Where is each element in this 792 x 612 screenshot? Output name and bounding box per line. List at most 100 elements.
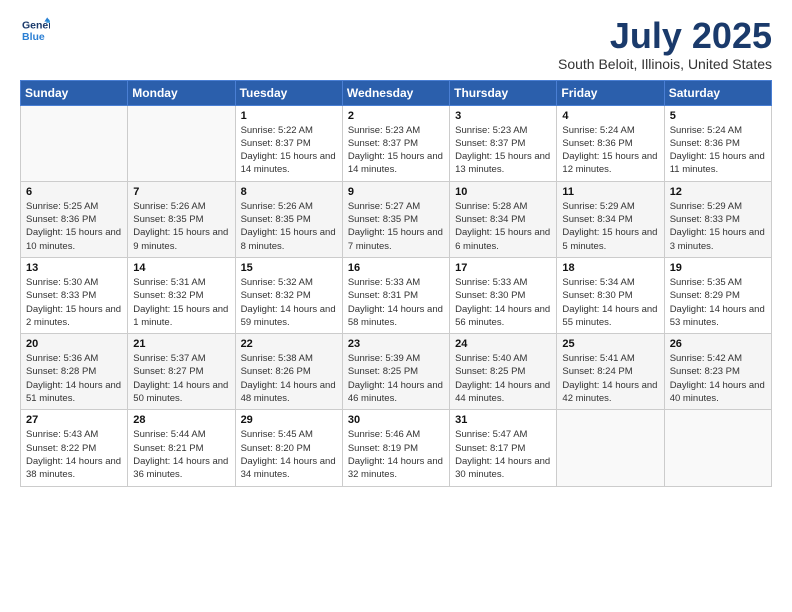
calendar-cell: 9 Sunrise: 5:27 AM Sunset: 8:35 PM Daylig… [342,181,449,257]
calendar-cell: 18 Sunrise: 5:34 AM Sunset: 8:30 PM Dayli… [557,257,664,333]
page-header: General Blue July 2025 South Beloit, Ill… [20,16,772,72]
day-info: Sunrise: 5:44 AM Sunset: 8:21 PM Dayligh… [133,428,229,481]
weekday-header-thursday: Thursday [450,80,557,105]
day-number: 19 [670,262,766,274]
calendar-cell: 7Sunrise: 5:26 AM Sunset: 8:35 PM Daylig… [128,181,235,257]
day-info: Sunrise: 5:47 AM Sunset: 8:17 PM Dayligh… [455,428,551,481]
calendar-cell [557,410,664,486]
calendar-week-5: 27 Sunrise: 5:43 AM Sunset: 8:22 PM Dayli… [21,410,772,486]
day-info: Sunrise: 5:29 AM Sunset: 8:34 PM Dayligh… [562,200,658,253]
day-info: Sunrise: 5:33 AM Sunset: 8:30 PM Dayligh… [455,276,551,329]
calendar-cell: 20 Sunrise: 5:36 AM Sunset: 8:28 PM Dayli… [21,334,128,410]
day-number: 17 [455,262,551,274]
day-number: 16 [348,262,444,274]
calendar-cell: 4Sunrise: 5:24 AM Sunset: 8:36 PM Daylig… [557,105,664,181]
calendar-header-row: SundayMondayTuesdayWednesdayThursdayFrid… [21,80,772,105]
day-info: Sunrise: 5:32 AM Sunset: 8:32 PM Dayligh… [241,276,337,329]
weekday-header-saturday: Saturday [664,80,771,105]
day-info: Sunrise: 5:43 AM Sunset: 8:22 PM Dayligh… [26,428,122,481]
calendar-cell: 26 Sunrise: 5:42 AM Sunset: 8:23 PM Dayli… [664,334,771,410]
calendar-cell: 11 Sunrise: 5:29 AM Sunset: 8:34 PM Dayli… [557,181,664,257]
day-number: 29 [241,414,337,426]
calendar-cell: 3 Sunrise: 5:23 AM Sunset: 8:37 PM Daylig… [450,105,557,181]
day-number: 12 [670,186,766,198]
day-info: Sunrise: 5:40 AM Sunset: 8:25 PM Dayligh… [455,352,551,405]
day-info: Sunrise: 5:27 AM Sunset: 8:35 PM Dayligh… [348,200,444,253]
day-number: 18 [562,262,658,274]
day-info: Sunrise: 5:24 AM Sunset: 8:36 PM Dayligh… [670,124,766,177]
day-number: 25 [562,338,658,350]
day-number: 1 [241,110,337,122]
day-number: 15 [241,262,337,274]
calendar-week-2: 6Sunrise: 5:25 AM Sunset: 8:36 PM Daylig… [21,181,772,257]
day-info: Sunrise: 5:24 AM Sunset: 8:36 PM Dayligh… [562,124,658,177]
day-number: 20 [26,338,122,350]
calendar-cell [21,105,128,181]
day-info: Sunrise: 5:45 AM Sunset: 8:20 PM Dayligh… [241,428,337,481]
day-number: 21 [133,338,229,350]
day-info: Sunrise: 5:29 AM Sunset: 8:33 PM Dayligh… [670,200,766,253]
day-number: 22 [241,338,337,350]
day-info: Sunrise: 5:23 AM Sunset: 8:37 PM Dayligh… [455,124,551,177]
day-info: Sunrise: 5:39 AM Sunset: 8:25 PM Dayligh… [348,352,444,405]
day-number: 13 [26,262,122,274]
day-number: 24 [455,338,551,350]
day-number: 28 [133,414,229,426]
calendar-cell: 28 Sunrise: 5:44 AM Sunset: 8:21 PM Dayli… [128,410,235,486]
calendar-cell: 12 Sunrise: 5:29 AM Sunset: 8:33 PM Dayli… [664,181,771,257]
calendar-cell: 8Sunrise: 5:26 AM Sunset: 8:35 PM Daylig… [235,181,342,257]
day-number: 9 [348,186,444,198]
calendar-cell: 13Sunrise: 5:30 AM Sunset: 8:33 PM Dayli… [21,257,128,333]
svg-text:Blue: Blue [22,31,45,43]
day-number: 27 [26,414,122,426]
calendar-cell: 2 Sunrise: 5:23 AM Sunset: 8:37 PM Daylig… [342,105,449,181]
calendar-table: SundayMondayTuesdayWednesdayThursdayFrid… [20,80,772,487]
calendar-cell: 22 Sunrise: 5:38 AM Sunset: 8:26 PM Dayli… [235,334,342,410]
calendar-cell: 15 Sunrise: 5:32 AM Sunset: 8:32 PM Dayli… [235,257,342,333]
calendar-cell: 23 Sunrise: 5:39 AM Sunset: 8:25 PM Dayli… [342,334,449,410]
logo-icon: General Blue [22,16,50,44]
calendar-cell: 31Sunrise: 5:47 AM Sunset: 8:17 PM Dayli… [450,410,557,486]
day-info: Sunrise: 5:28 AM Sunset: 8:34 PM Dayligh… [455,200,551,253]
location-subtitle: South Beloit, Illinois, United States [558,56,772,72]
day-number: 2 [348,110,444,122]
day-info: Sunrise: 5:26 AM Sunset: 8:35 PM Dayligh… [133,200,229,253]
day-info: Sunrise: 5:23 AM Sunset: 8:37 PM Dayligh… [348,124,444,177]
day-number: 23 [348,338,444,350]
calendar-cell: 30Sunrise: 5:46 AM Sunset: 8:19 PM Dayli… [342,410,449,486]
day-info: Sunrise: 5:34 AM Sunset: 8:30 PM Dayligh… [562,276,658,329]
day-info: Sunrise: 5:33 AM Sunset: 8:31 PM Dayligh… [348,276,444,329]
calendar-cell: 21Sunrise: 5:37 AM Sunset: 8:27 PM Dayli… [128,334,235,410]
day-info: Sunrise: 5:36 AM Sunset: 8:28 PM Dayligh… [26,352,122,405]
day-number: 3 [455,110,551,122]
weekday-header-sunday: Sunday [21,80,128,105]
calendar-week-4: 20 Sunrise: 5:36 AM Sunset: 8:28 PM Dayli… [21,334,772,410]
calendar-cell [664,410,771,486]
weekday-header-wednesday: Wednesday [342,80,449,105]
calendar-cell: 19 Sunrise: 5:35 AM Sunset: 8:29 PM Dayli… [664,257,771,333]
calendar-cell: 14Sunrise: 5:31 AM Sunset: 8:32 PM Dayli… [128,257,235,333]
calendar-cell: 24 Sunrise: 5:40 AM Sunset: 8:25 PM Dayli… [450,334,557,410]
day-info: Sunrise: 5:35 AM Sunset: 8:29 PM Dayligh… [670,276,766,329]
calendar-cell: 5 Sunrise: 5:24 AM Sunset: 8:36 PM Daylig… [664,105,771,181]
day-number: 10 [455,186,551,198]
calendar-week-3: 13Sunrise: 5:30 AM Sunset: 8:33 PM Dayli… [21,257,772,333]
calendar-cell [128,105,235,181]
calendar-cell: 29 Sunrise: 5:45 AM Sunset: 8:20 PM Dayli… [235,410,342,486]
day-info: Sunrise: 5:22 AM Sunset: 8:37 PM Dayligh… [241,124,337,177]
calendar-cell: 1 Sunrise: 5:22 AM Sunset: 8:37 PM Daylig… [235,105,342,181]
logo: General Blue [20,16,50,49]
calendar-cell: 6Sunrise: 5:25 AM Sunset: 8:36 PM Daylig… [21,181,128,257]
day-info: Sunrise: 5:25 AM Sunset: 8:36 PM Dayligh… [26,200,122,253]
day-number: 26 [670,338,766,350]
day-info: Sunrise: 5:42 AM Sunset: 8:23 PM Dayligh… [670,352,766,405]
calendar-cell: 27 Sunrise: 5:43 AM Sunset: 8:22 PM Dayli… [21,410,128,486]
day-info: Sunrise: 5:38 AM Sunset: 8:26 PM Dayligh… [241,352,337,405]
day-info: Sunrise: 5:46 AM Sunset: 8:19 PM Dayligh… [348,428,444,481]
day-number: 5 [670,110,766,122]
day-number: 11 [562,186,658,198]
day-info: Sunrise: 5:26 AM Sunset: 8:35 PM Dayligh… [241,200,337,253]
day-info: Sunrise: 5:31 AM Sunset: 8:32 PM Dayligh… [133,276,229,329]
day-info: Sunrise: 5:41 AM Sunset: 8:24 PM Dayligh… [562,352,658,405]
month-year-title: July 2025 [558,16,772,56]
